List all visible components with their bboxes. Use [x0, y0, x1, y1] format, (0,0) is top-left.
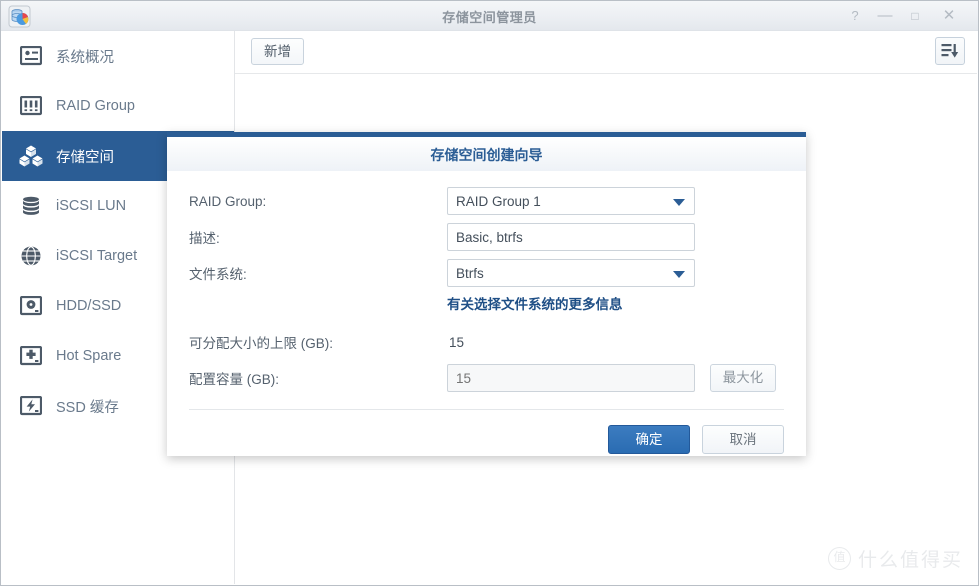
- watermark: 值 什么值得买: [827, 545, 963, 572]
- sort-descending-icon[interactable]: [935, 37, 965, 65]
- content-toolbar: 新增: [235, 31, 977, 74]
- system-overview-icon: [18, 43, 44, 69]
- database-icon: [18, 193, 44, 219]
- maximize-size-button[interactable]: 最大化: [710, 364, 776, 392]
- description-label: 描述:: [189, 231, 220, 246]
- sidebar-item-label: 系统概况: [56, 49, 114, 66]
- watermark-text: 什么值得买: [857, 550, 963, 571]
- add-button[interactable]: 新增: [251, 38, 304, 65]
- max-size-value: 15: [449, 334, 465, 350]
- allocate-size-input[interactable]: [447, 364, 695, 392]
- raid-group-select[interactable]: RAID Group 1: [447, 187, 695, 215]
- dialog-divider: [189, 409, 784, 410]
- sidebar-item-label: RAID Group: [56, 98, 135, 114]
- file-system-value: Btrfs: [456, 265, 484, 281]
- minimize-button[interactable]: —: [874, 6, 896, 26]
- dialog-header: 存储空间创建向导: [167, 137, 806, 171]
- help-button[interactable]: ?: [844, 6, 866, 26]
- field-row-raid-group: RAID Group: RAID Group 1: [189, 185, 784, 217]
- file-system-label: 文件系统:: [189, 267, 247, 282]
- dialog-body: RAID Group: RAID Group 1 描述: Basic, btrf…: [167, 171, 806, 394]
- storage-volume-icon: [18, 143, 44, 169]
- allocate-size-label: 配置容量 (GB):: [189, 372, 279, 387]
- cancel-button[interactable]: 取消: [702, 425, 784, 454]
- dialog-footer: 确定 取消: [608, 425, 784, 454]
- file-system-link-row: 有关选择文件系统的更多信息: [189, 293, 784, 314]
- disk-icon: [18, 293, 44, 319]
- sidebar-item-label: HDD/SSD: [56, 298, 122, 314]
- sidebar-item-system-overview[interactable]: 系统概况: [2, 31, 234, 81]
- sidebar-item-label: iSCSI LUN: [56, 198, 127, 214]
- confirm-button[interactable]: 确定: [608, 425, 690, 454]
- file-system-info-link[interactable]: 有关选择文件系统的更多信息: [447, 297, 623, 312]
- sidebar-item-label: iSCSI Target: [56, 248, 138, 264]
- sidebar-item-label: 存储空间: [56, 149, 114, 166]
- window-title: 存储空间管理员: [442, 10, 537, 25]
- field-row-description: 描述: Basic, btrfs: [189, 221, 784, 253]
- window-titlebar: 存储空间管理员 ? — □ ✕: [1, 1, 978, 31]
- storage-creation-wizard-dialog: 存储空间创建向导 RAID Group: RAID Group 1 描述: Ba…: [167, 132, 806, 456]
- field-row-file-system: 文件系统: Btrfs: [189, 257, 784, 289]
- globe-icon: [18, 243, 44, 269]
- field-row-max-size: 可分配大小的上限 (GB): 15: [189, 326, 784, 358]
- raid-group-value: RAID Group 1: [456, 193, 541, 209]
- raid-group-label: RAID Group:: [189, 193, 267, 209]
- chevron-down-icon: [673, 271, 685, 278]
- sidebar-item-raid-group[interactable]: RAID Group: [2, 81, 234, 131]
- sidebar-item-label: SSD 缓存: [56, 399, 119, 416]
- sidebar-item-label: Hot Spare: [56, 348, 122, 364]
- close-button[interactable]: ✕: [938, 6, 960, 26]
- dialog-title: 存储空间创建向导: [430, 147, 543, 163]
- maximize-button[interactable]: □: [904, 6, 926, 26]
- raid-group-icon: [18, 93, 44, 119]
- description-input[interactable]: Basic, btrfs: [447, 223, 695, 251]
- max-size-label: 可分配大小的上限 (GB):: [189, 336, 333, 351]
- description-value: Basic, btrfs: [456, 229, 523, 245]
- file-system-select[interactable]: Btrfs: [447, 259, 695, 287]
- field-row-allocate-size: 配置容量 (GB): 最大化: [189, 362, 784, 394]
- watermark-badge: 值: [827, 547, 851, 570]
- chevron-down-icon: [673, 199, 685, 206]
- hot-spare-icon: [18, 343, 44, 369]
- ssd-cache-icon: [18, 393, 44, 419]
- application-window: 存储空间管理员 ? — □ ✕ 系统概况 RAID Group 存储空间 iSC…: [0, 0, 979, 586]
